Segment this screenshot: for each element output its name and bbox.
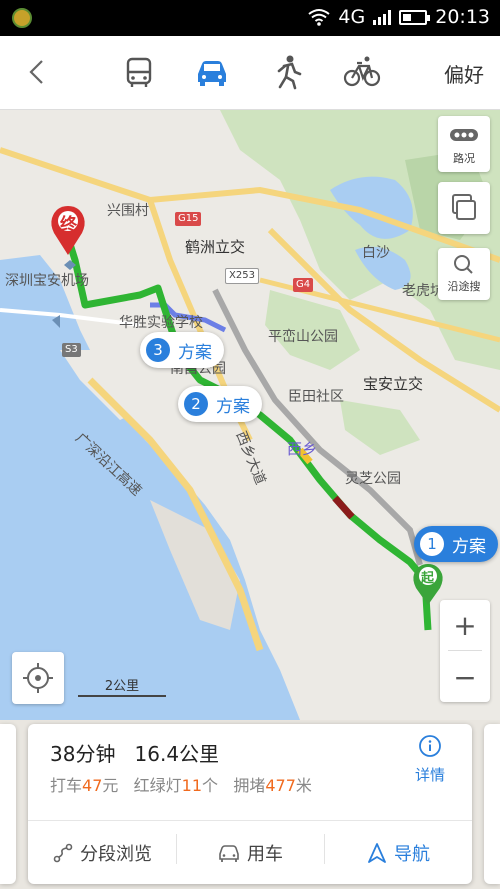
taxi-fare: 47 [82,776,103,795]
route-summary-title: 38分钟 16.4公里 [50,738,219,767]
route-distance: 16.4公里 [134,742,220,766]
bike-mode-icon[interactable] [342,52,382,92]
walk-mode-icon[interactable] [268,52,308,92]
app-notification-icon [12,8,32,28]
zoom-control: + − [440,600,490,702]
route-option-number: 3 [146,338,170,362]
map-label-pingluanshan: 平峦山公园 [268,329,338,345]
route-option-label: 方案 [178,342,212,363]
zoom-out-button[interactable]: − [440,652,490,702]
wifi-icon [308,9,331,26]
road-badge-g15: G15 [175,212,202,226]
route-stats: 打车47元 红绿灯11个 拥堵477米 [50,772,312,796]
road-badge-g4: G4 [293,278,314,292]
details-button[interactable]: 详情 [410,734,450,785]
map-label-baisha: 白沙 [362,245,390,261]
road-badge-x253: X253 [225,268,259,284]
network-type: 4G [338,6,366,28]
map-label-huasheng: 华胜实验学校 [119,315,203,331]
route-summary-card[interactable]: 38分钟 16.4公里 打车47元 红绿灯11个 拥堵477米 详情 分段浏览 [28,724,472,884]
traffic-lights-unit: 个 [202,776,219,795]
route-option-1-bubble[interactable]: 1 方案 [414,526,498,562]
search-along-icon [454,255,473,274]
use-car-button[interactable]: 用车 [176,833,324,866]
route-actions: 分段浏览 用车 导航 [28,821,472,884]
clock: 20:13 [435,6,490,28]
zoom-in-button[interactable]: + [440,600,490,650]
segment-browse-button[interactable]: 分段浏览 [28,840,176,866]
signal-icon [373,9,392,25]
taxi-unit: 元 [102,776,119,795]
map-scale: 2公里 [78,675,166,697]
route-option-number: 1 [420,532,444,556]
traffic-label: 路况 [453,152,475,165]
route-option-label: 方案 [216,396,250,417]
details-label: 详情 [414,766,445,784]
layers-button[interactable] [438,182,490,234]
use-car-label: 用车 [247,843,283,865]
map-label-xixiang: 西乡 [287,440,318,458]
map-label-hezhou: 鹤洲立交 [185,238,246,256]
next-route-card[interactable] [484,724,500,884]
taxi-label: 打车 [50,776,83,795]
navigate-label: 导航 [394,843,430,865]
route-option-number: 2 [184,392,208,416]
search-along-button[interactable]: 沿途搜 [438,248,490,300]
car-icon [219,844,239,862]
locate-icon [23,663,53,693]
search-along-label: 沿途搜 [447,280,481,293]
layers-icon [452,194,476,220]
route-option-label: 方案 [452,536,486,557]
end-marker-label: 终 [60,215,77,235]
road-badge-s3: S3 [62,343,81,357]
traffic-button[interactable]: 路况 [438,116,490,172]
route-duration: 38分钟 [50,742,116,766]
route-option-3-bubble[interactable]: 3 方案 [140,332,224,368]
previous-route-card[interactable] [0,724,16,884]
back-icon[interactable] [22,56,54,88]
map-view[interactable]: 兴围村 深圳宝安机场 鹤洲立交 白沙 老虎坑 华胜实验学校 南昌公园 平峦山公园… [0,110,500,720]
start-marker-label: 起 [421,571,435,586]
map-label-baoan-interchange: 宝安立交 [363,375,424,393]
map-label-xingweicun: 兴围村 [107,203,149,219]
traffic-lights-count: 11 [181,776,203,795]
navigate-icon [368,842,386,863]
segments-icon [53,843,73,862]
jam-segment [332,495,355,520]
traffic-lights-label: 红绿灯 [133,776,182,795]
traffic-icon [450,129,478,141]
status-bar: 4G 20:13 [0,0,500,36]
map-label-airport: 深圳宝安机场 [5,273,89,289]
preference-button[interactable]: 偏好 [444,59,484,88]
jam-unit: 米 [295,776,312,795]
segment-browse-label: 分段浏览 [80,843,152,865]
map-label-jiantian: 臣田社区 [288,389,344,405]
battery-icon [399,9,431,25]
car-mode-icon[interactable] [192,52,232,92]
jam-length: 477 [265,776,296,795]
bus-mode-icon[interactable] [119,52,159,92]
navigate-button[interactable]: 导航 [324,833,472,866]
top-bar: 偏好 [0,36,500,110]
route-option-2-bubble[interactable]: 2 方案 [178,386,262,422]
map-label-lingzhi: 灵芝公园 [345,471,401,487]
locate-button[interactable] [12,652,64,704]
info-icon [419,735,441,757]
jam-label: 拥堵 [233,776,266,795]
